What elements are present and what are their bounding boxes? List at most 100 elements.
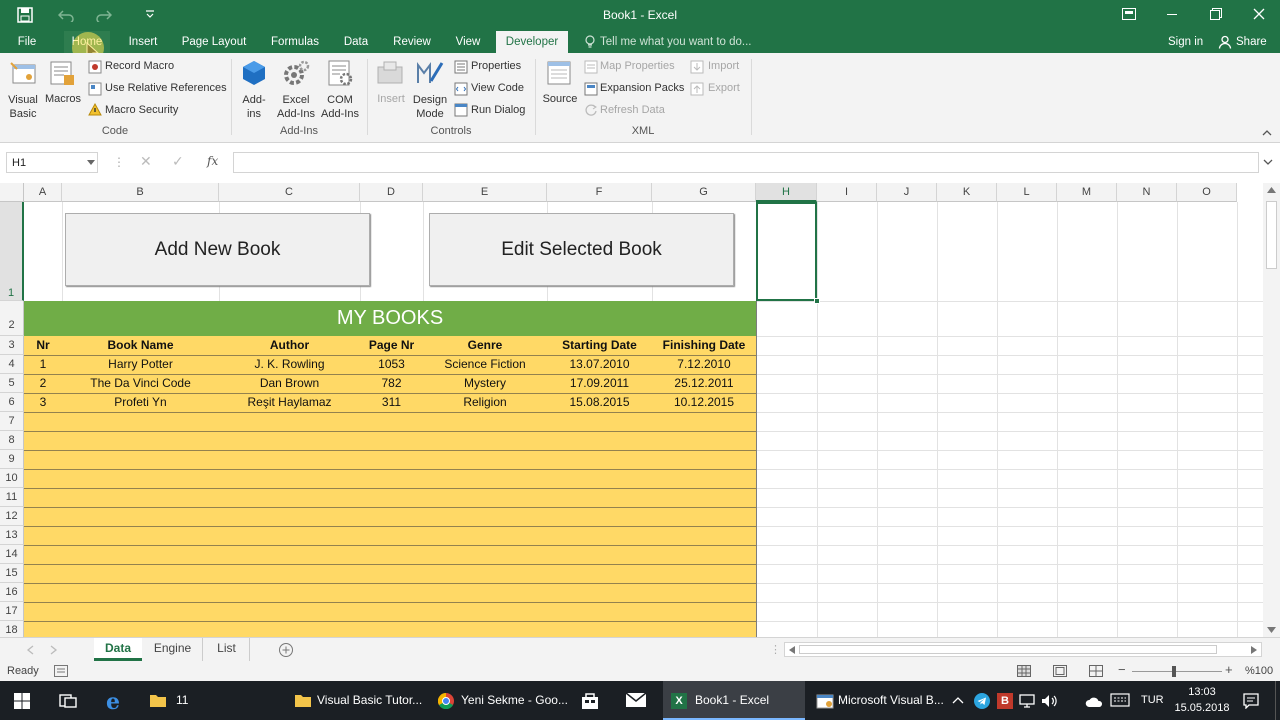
taskbar-vb-tutor[interactable]: Visual Basic Tutor... [285, 681, 425, 720]
column-header-f[interactable]: F [547, 183, 652, 202]
sheet-tab-engine[interactable]: Engine [143, 638, 203, 661]
name-box[interactable]: H1 [6, 152, 98, 173]
column-header-o[interactable]: O [1177, 183, 1237, 202]
customize-qat-icon[interactable] [146, 10, 154, 18]
task-view-icon[interactable] [59, 693, 77, 709]
cancel-formula-icon[interactable]: ✕ [140, 153, 152, 170]
windows-start-icon[interactable] [14, 693, 30, 709]
zoom-slider-thumb[interactable] [1172, 666, 1176, 677]
table-cell[interactable]: Religion [423, 393, 547, 412]
column-header-k[interactable]: K [937, 183, 997, 202]
row-header-11[interactable]: 11 [0, 488, 24, 507]
new-sheet-icon[interactable] [278, 642, 294, 658]
save-icon[interactable] [17, 7, 33, 23]
row-header-5[interactable]: 5 [0, 374, 24, 393]
taskbar-chrome[interactable]: Yeni Sekme - Goo... [430, 681, 570, 720]
table-header-cell[interactable]: Genre [423, 336, 547, 355]
column-header-m[interactable]: M [1057, 183, 1117, 202]
table-cell[interactable]: J. K. Rowling [219, 355, 360, 374]
table-header-cell[interactable]: Book Name [62, 336, 219, 355]
name-box-dropdown-icon[interactable] [87, 160, 95, 166]
share-button[interactable]: Share [1236, 31, 1267, 53]
telegram-icon[interactable] [974, 693, 990, 709]
taskbar-time[interactable]: 13:03 [1176, 686, 1228, 698]
row-header-15[interactable]: 15 [0, 564, 24, 583]
collapse-ribbon-icon[interactable] [1262, 129, 1272, 137]
table-cell[interactable]: 13.07.2010 [547, 355, 652, 374]
column-header-c[interactable]: C [219, 183, 360, 202]
taskbar-folder-11[interactable]: 11 [140, 681, 200, 720]
table-cell[interactable]: Profeti Yn [62, 393, 219, 412]
table-cell[interactable]: 2 [24, 374, 62, 393]
table-cell[interactable]: Dan Brown [219, 374, 360, 393]
column-header-h[interactable]: H [756, 183, 817, 202]
map-properties-button[interactable]: Map Properties [600, 60, 675, 72]
tab-split-handle[interactable]: ⋮ [770, 643, 781, 656]
add-ins-icon[interactable] [240, 59, 268, 87]
action-center-icon[interactable] [1243, 693, 1259, 709]
tab-review[interactable]: Review [386, 31, 438, 53]
taskbar-excel[interactable]: X Book1 - Excel [663, 681, 805, 720]
table-cell[interactable]: 25.12.2011 [652, 374, 756, 393]
row-header-17[interactable]: 17 [0, 602, 24, 621]
table-header-cell[interactable]: Starting Date [547, 336, 652, 355]
show-hidden-icons-icon[interactable] [952, 696, 964, 704]
table-header-cell[interactable]: Finishing Date [652, 336, 756, 355]
table-cell[interactable]: Reşit Haylamaz [219, 393, 360, 412]
column-header-g[interactable]: G [652, 183, 756, 202]
redo-icon[interactable] [96, 8, 112, 22]
active-cell-h1[interactable] [756, 202, 817, 301]
macros-button[interactable]: Macros [44, 93, 82, 105]
row-header-13[interactable]: 13 [0, 526, 24, 545]
vertical-scrollbar[interactable] [1263, 183, 1280, 637]
scroll-left-icon[interactable] [789, 646, 795, 654]
table-cell[interactable]: Harry Potter [62, 355, 219, 374]
table-header-cell[interactable]: Author [219, 336, 360, 355]
prev-sheet-icon[interactable] [26, 645, 34, 655]
table-cell[interactable]: 1 [24, 355, 62, 374]
input-language[interactable]: TUR [1141, 694, 1164, 706]
add-ins-button[interactable]: Add-ins [238, 93, 270, 121]
xml-source-icon[interactable] [545, 59, 575, 87]
vertical-scroll-thumb[interactable] [1266, 201, 1277, 269]
table-title[interactable]: MY BOOKS [24, 301, 756, 336]
row-header-10[interactable]: 10 [0, 469, 24, 488]
row-header-14[interactable]: 14 [0, 545, 24, 564]
scroll-up-icon[interactable] [1267, 187, 1276, 193]
edge-browser-icon[interactable]: e [106, 689, 120, 715]
column-header-b[interactable]: B [62, 183, 219, 202]
page-break-view-icon[interactable] [1089, 665, 1103, 677]
taskbar-date[interactable]: 15.05.2018 [1172, 702, 1232, 714]
row-header-12[interactable]: 12 [0, 507, 24, 526]
visual-basic-icon[interactable] [9, 59, 39, 87]
tab-developer[interactable]: Developer [496, 31, 568, 53]
expand-formula-bar-icon[interactable] [1263, 159, 1273, 166]
table-header-cell[interactable]: Nr [24, 336, 62, 355]
sheet-tab-data[interactable]: Data [94, 638, 142, 661]
tab-insert[interactable]: Insert [122, 31, 164, 53]
row-header-16[interactable]: 16 [0, 583, 24, 602]
ribbon-display-options-icon[interactable] [1122, 8, 1136, 20]
zoom-out-button[interactable]: − [1118, 662, 1126, 677]
insert-controls-icon[interactable] [376, 59, 406, 87]
xml-source-button[interactable]: Source [541, 93, 579, 105]
table-header-cell[interactable]: Page Nr [360, 336, 423, 355]
restore-button[interactable] [1210, 8, 1222, 20]
formula-input[interactable] [233, 152, 1259, 173]
tell-me-search[interactable]: Tell me what you want to do... [600, 31, 752, 53]
column-header-n[interactable]: N [1117, 183, 1177, 202]
com-add-ins-icon[interactable] [326, 59, 354, 87]
table-cell[interactable]: 782 [360, 374, 423, 393]
store-icon[interactable] [580, 691, 600, 711]
excel-add-ins-button[interactable]: Excel Add-Ins [276, 93, 316, 121]
refresh-data-button[interactable]: Refresh Data [600, 104, 665, 116]
row-header-6[interactable]: 6 [0, 393, 24, 412]
tab-page-layout[interactable]: Page Layout [176, 31, 252, 53]
scroll-down-icon[interactable] [1267, 627, 1276, 633]
run-dialog-button[interactable]: Run Dialog [471, 104, 525, 116]
row-header-2[interactable]: 2 [0, 301, 24, 336]
row-header-1[interactable]: 1 [0, 202, 24, 301]
table-cell[interactable]: 311 [360, 393, 423, 412]
tab-data[interactable]: Data [338, 31, 374, 53]
horizontal-scroll-thumb[interactable] [799, 645, 1217, 654]
